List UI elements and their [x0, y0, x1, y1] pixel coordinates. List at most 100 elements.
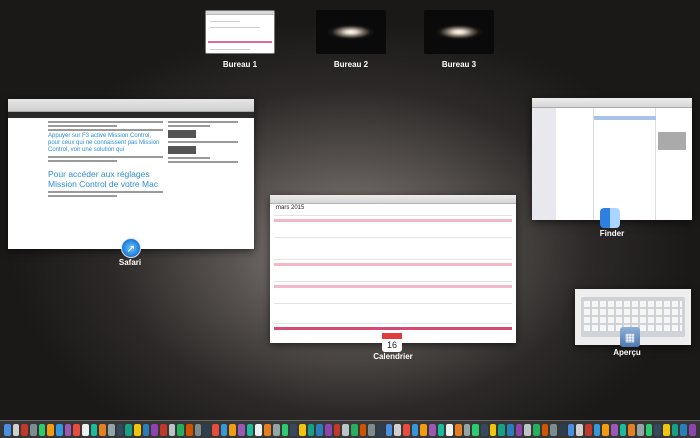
- dock-app-icon[interactable]: [324, 424, 332, 436]
- dock-app-icon[interactable]: [645, 424, 653, 436]
- sidebar-image: [168, 130, 196, 138]
- dock-app-icon[interactable]: [229, 424, 237, 436]
- dock-app-icon[interactable]: [359, 424, 367, 436]
- dock-app-icon[interactable]: [350, 424, 358, 436]
- dock-app-icon[interactable]: [376, 424, 384, 436]
- dock-app-icon[interactable]: [99, 424, 107, 436]
- dock-app-icon[interactable]: [21, 424, 29, 436]
- dock-app-icon[interactable]: [12, 424, 20, 436]
- dock-app-icon[interactable]: [82, 424, 89, 436]
- calendar-event[interactable]: [274, 327, 512, 330]
- preview-icon[interactable]: ▦: [620, 327, 640, 347]
- dock-app-icon[interactable]: [272, 424, 280, 436]
- dock-app-icon[interactable]: [524, 424, 531, 436]
- calendar-icon[interactable]: 16: [382, 332, 402, 352]
- dock-app-icon[interactable]: [602, 424, 610, 436]
- dock-app-icon[interactable]: [671, 424, 679, 436]
- dock-app-icon[interactable]: [73, 424, 81, 436]
- dock-app-icon[interactable]: [281, 424, 289, 436]
- finder-face-icon[interactable]: [600, 208, 620, 228]
- dock-app-icon[interactable]: [186, 424, 193, 436]
- text-line: [168, 141, 238, 143]
- dock-app-icon[interactable]: [108, 424, 115, 436]
- space-thumbnail-bureau-3[interactable]: [424, 10, 494, 54]
- dock-app-icon[interactable]: [177, 424, 185, 436]
- calendar-event[interactable]: [274, 285, 512, 288]
- dock-app-icon[interactable]: [680, 424, 688, 436]
- dock-app-icon[interactable]: [342, 424, 349, 436]
- dock-app-icon[interactable]: [454, 424, 462, 436]
- finder-selected-row[interactable]: [594, 116, 656, 120]
- dock-app-icon[interactable]: [203, 424, 211, 436]
- dock-app-icon[interactable]: [506, 424, 514, 436]
- dock-app-icon[interactable]: [489, 424, 497, 436]
- dock-app-icon[interactable]: [212, 424, 219, 436]
- dock-app-icon[interactable]: [593, 424, 601, 436]
- dock-app-icon[interactable]: [402, 424, 410, 436]
- dock-app-icon[interactable]: [142, 424, 150, 436]
- calendar-event[interactable]: [274, 219, 512, 222]
- dock-app-icon[interactable]: [90, 424, 98, 436]
- keyboard-key-row: [584, 309, 682, 315]
- dock-app-icon[interactable]: [38, 424, 46, 436]
- dock-app-icon[interactable]: [654, 424, 662, 436]
- dock-app-icon[interactable]: [64, 424, 72, 436]
- dock-app-icon[interactable]: [194, 424, 202, 436]
- dock-app-icon[interactable]: [585, 424, 592, 436]
- dock-app-icon[interactable]: [307, 424, 315, 436]
- dock-app-icon[interactable]: [151, 424, 159, 436]
- dock-app-icon[interactable]: [394, 424, 401, 436]
- dock-app-icon[interactable]: [411, 424, 419, 436]
- calendar-window[interactable]: mars 2015: [270, 195, 516, 343]
- dock-app-icon[interactable]: [56, 424, 63, 436]
- dock-app-icon[interactable]: [47, 424, 55, 436]
- safari-window[interactable]: Appuyer sur F3 active Mission Control, p…: [8, 99, 254, 249]
- dock-app-icon[interactable]: [420, 424, 427, 436]
- finder-window[interactable]: [532, 98, 692, 220]
- dock-app-icon[interactable]: [220, 424, 228, 436]
- dock-app-icon[interactable]: [116, 424, 124, 436]
- dock-app-icon[interactable]: [368, 424, 375, 436]
- dock-app-icon[interactable]: [541, 424, 549, 436]
- calendar-month-grid: [274, 215, 512, 339]
- dock-app-icon[interactable]: [663, 424, 670, 436]
- dock-app-icon[interactable]: [559, 424, 566, 436]
- dock-app-icon[interactable]: [255, 424, 263, 436]
- dock-app-icon[interactable]: [637, 424, 644, 436]
- space-thumbnail-bureau-2[interactable]: [316, 10, 386, 54]
- dock-app-icon[interactable]: [619, 424, 627, 436]
- dock-app-icon[interactable]: [567, 424, 575, 436]
- dock-app-icon[interactable]: [125, 424, 133, 436]
- dock-app-icon[interactable]: [385, 424, 393, 436]
- dock-app-icon[interactable]: [168, 424, 176, 436]
- dock-app-icon[interactable]: [238, 424, 245, 436]
- dock-app-icon[interactable]: [30, 424, 37, 436]
- safari-compass-icon[interactable]: ➚: [121, 238, 141, 258]
- dock-app-icon[interactable]: [472, 424, 479, 436]
- dock-app-icon[interactable]: [446, 424, 453, 436]
- dock-app-icon[interactable]: [628, 424, 636, 436]
- dock-app-icon[interactable]: [576, 424, 584, 436]
- dock-app-icon[interactable]: [550, 424, 557, 436]
- dock-app-icon[interactable]: [498, 424, 505, 436]
- dock-app-icon[interactable]: [316, 424, 323, 436]
- dock-app-icon[interactable]: [333, 424, 341, 436]
- dock-app-icon[interactable]: [290, 424, 297, 436]
- space-thumbnail-bureau-1[interactable]: [205, 10, 275, 54]
- space-label-bureau-3: Bureau 3: [441, 60, 477, 69]
- dock-app-icon[interactable]: [689, 424, 696, 436]
- dock-app-icon[interactable]: [134, 424, 141, 436]
- dock-app-icon[interactable]: [4, 424, 11, 436]
- dock-app-icon[interactable]: [532, 424, 540, 436]
- dock-app-icon[interactable]: [437, 424, 445, 436]
- dock-app-icon[interactable]: [515, 424, 523, 436]
- dock-app-icon[interactable]: [463, 424, 471, 436]
- dock-app-icon[interactable]: [611, 424, 618, 436]
- dock-app-icon[interactable]: [480, 424, 488, 436]
- dock-app-icon[interactable]: [246, 424, 254, 436]
- dock-app-icon[interactable]: [428, 424, 436, 436]
- dock-app-icon[interactable]: [298, 424, 306, 436]
- calendar-event[interactable]: [274, 263, 512, 266]
- dock-app-icon[interactable]: [264, 424, 271, 436]
- dock-app-icon[interactable]: [160, 424, 167, 436]
